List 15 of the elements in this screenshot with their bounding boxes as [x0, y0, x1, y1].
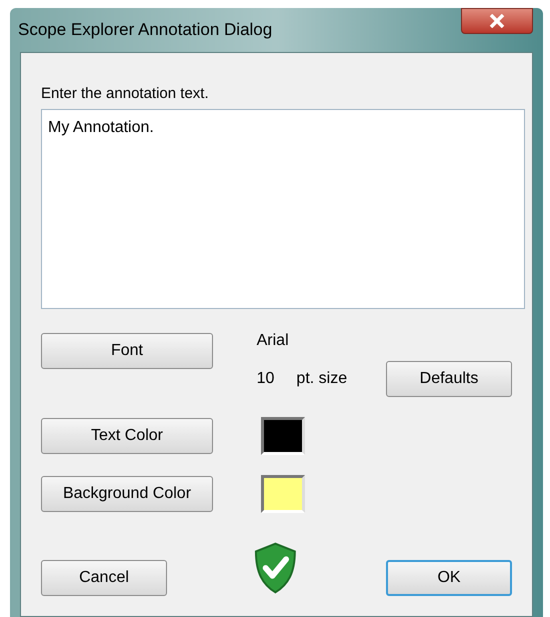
window-title: Scope Explorer Annotation Dialog: [18, 19, 272, 42]
prompt-label: Enter the annotation text.: [41, 84, 210, 104]
font-size: 10: [256, 369, 274, 389]
annotation-field[interactable]: My Annotation.: [41, 109, 525, 309]
font-button[interactable]: Font: [41, 333, 213, 369]
defaults-button[interactable]: Defaults: [386, 361, 512, 397]
background-color-button[interactable]: Background Color: [41, 476, 213, 512]
text-color-button[interactable]: Text Color: [41, 418, 213, 454]
cancel-button[interactable]: Cancel: [41, 560, 167, 596]
ok-button[interactable]: OK: [386, 560, 512, 596]
close-button[interactable]: [461, 8, 533, 34]
close-icon: [489, 14, 505, 28]
font-name: Arial: [256, 331, 290, 351]
size-unit: pt. size: [296, 369, 348, 389]
shield-check-icon: [253, 541, 298, 595]
